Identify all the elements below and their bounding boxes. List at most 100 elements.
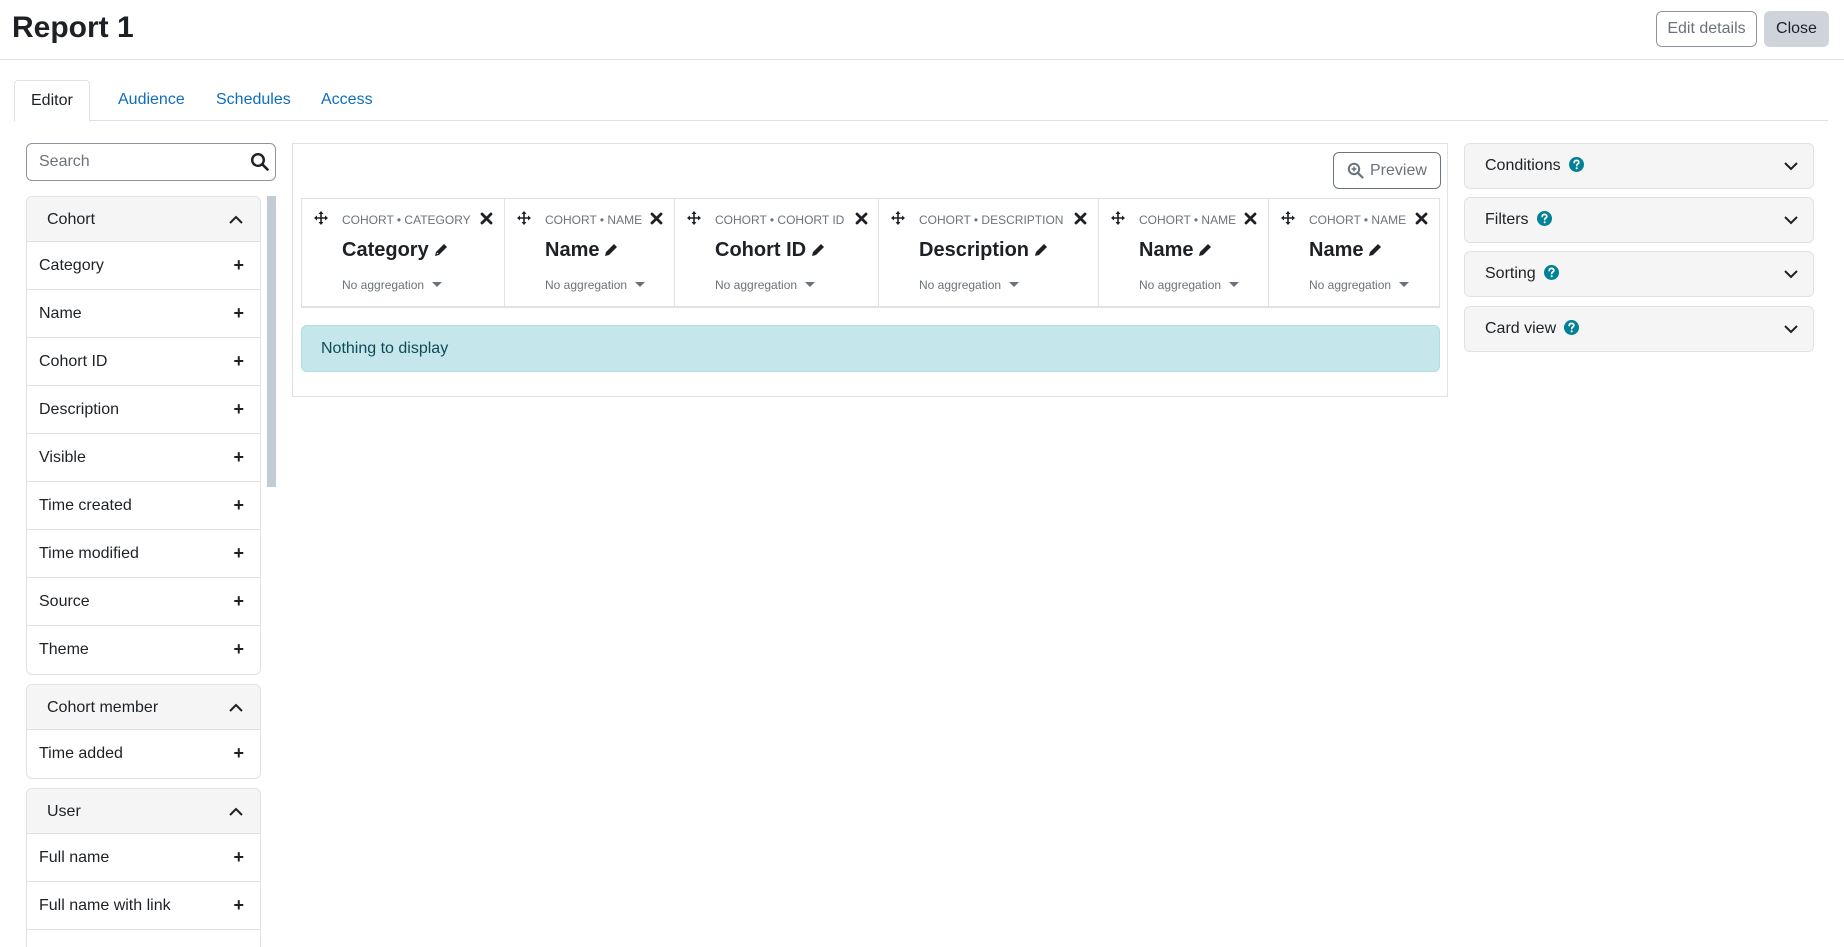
help-icon[interactable] bbox=[1568, 157, 1584, 172]
aggregation-value: No aggregation bbox=[919, 278, 1002, 292]
page-title: Report 1 bbox=[12, 11, 134, 44]
source-item-label: Source bbox=[39, 593, 90, 610]
source-group-header[interactable]: Cohort bbox=[27, 197, 260, 242]
move-icon[interactable] bbox=[1111, 211, 1125, 225]
caret-down-icon bbox=[805, 282, 816, 287]
report-editor-panel: Preview COHORT • CATEGORY Category No ag… bbox=[292, 143, 1448, 397]
source-item-label: Time added bbox=[39, 745, 123, 762]
move-icon[interactable] bbox=[1281, 211, 1295, 225]
column-heading[interactable]: Description bbox=[919, 239, 1048, 262]
plus-icon[interactable]: + bbox=[233, 242, 244, 289]
column-heading-text: Category bbox=[342, 239, 429, 261]
nothing-to-display-alert: Nothing to display bbox=[301, 325, 1440, 372]
close-icon[interactable] bbox=[650, 212, 663, 225]
help-icon[interactable] bbox=[1564, 320, 1580, 335]
column-heading[interactable]: Name bbox=[1309, 239, 1382, 262]
close-button[interactable]: Close bbox=[1764, 11, 1829, 47]
source-item[interactable]: Category + bbox=[27, 242, 260, 290]
tab-schedules[interactable]: Schedules bbox=[200, 80, 307, 121]
plus-icon[interactable]: + bbox=[233, 730, 244, 777]
close-icon[interactable] bbox=[1244, 212, 1257, 225]
aggregation-value: No aggregation bbox=[715, 278, 798, 292]
column-heading-text: Description bbox=[919, 239, 1030, 261]
aggregation-select[interactable]: No aggregation bbox=[1139, 278, 1240, 292]
chevron-up-icon bbox=[229, 215, 243, 224]
move-icon[interactable] bbox=[891, 211, 905, 225]
source-item[interactable] bbox=[27, 930, 260, 947]
close-icon[interactable] bbox=[1415, 212, 1428, 225]
close-icon[interactable] bbox=[855, 212, 868, 225]
pencil-icon[interactable] bbox=[434, 243, 448, 257]
chevron-up-icon bbox=[229, 807, 243, 816]
source-group-header[interactable]: User bbox=[27, 789, 260, 834]
aggregation-select[interactable]: No aggregation bbox=[919, 278, 1020, 292]
column-source: COHORT • NAME bbox=[545, 213, 643, 227]
preview-button[interactable]: Preview bbox=[1333, 152, 1441, 189]
tab-access[interactable]: Access bbox=[305, 80, 389, 121]
source-group-header[interactable]: Cohort member bbox=[27, 685, 260, 730]
source-item[interactable]: Time modified + bbox=[27, 530, 260, 578]
column-heading[interactable]: Name bbox=[545, 239, 618, 262]
plus-icon[interactable]: + bbox=[233, 530, 244, 577]
chevron-down-icon bbox=[1784, 216, 1798, 225]
plus-icon[interactable]: + bbox=[233, 626, 244, 673]
aggregation-select[interactable]: No aggregation bbox=[342, 278, 443, 292]
conditions-card[interactable]: Conditions bbox=[1464, 143, 1814, 189]
search-input[interactable] bbox=[26, 143, 276, 181]
plus-icon[interactable]: + bbox=[233, 482, 244, 529]
aggregation-select[interactable]: No aggregation bbox=[1309, 278, 1410, 292]
caret-down-icon bbox=[432, 282, 443, 287]
close-icon[interactable] bbox=[480, 212, 493, 225]
tab-audience[interactable]: Audience bbox=[102, 80, 201, 121]
pencil-icon[interactable] bbox=[1368, 243, 1382, 257]
source-item-label: Full name with link bbox=[39, 897, 171, 914]
plus-icon[interactable]: + bbox=[233, 338, 244, 385]
column-heading[interactable]: Name bbox=[1139, 239, 1212, 262]
page-header: Report 1 Edit details Close bbox=[0, 0, 1844, 60]
source-item[interactable]: Visible + bbox=[27, 434, 260, 482]
card-title: Filters bbox=[1485, 211, 1529, 228]
source-item[interactable]: Full name + bbox=[27, 834, 260, 882]
source-item[interactable]: Description + bbox=[27, 386, 260, 434]
caret-down-icon bbox=[1399, 282, 1410, 287]
source-item[interactable]: Full name with link + bbox=[27, 882, 260, 930]
help-icon[interactable] bbox=[1543, 265, 1559, 280]
source-item[interactable]: Time added + bbox=[27, 730, 260, 778]
column-heading[interactable]: Category bbox=[342, 239, 448, 262]
pencil-icon[interactable] bbox=[1198, 243, 1212, 257]
aggregation-select[interactable]: No aggregation bbox=[715, 278, 816, 292]
search-icon[interactable] bbox=[250, 152, 270, 172]
plus-icon[interactable]: + bbox=[233, 834, 244, 881]
card-view-card[interactable]: Card view bbox=[1464, 306, 1814, 352]
report-columns-header: COHORT • CATEGORY Category No aggregatio… bbox=[301, 198, 1440, 308]
plus-icon[interactable]: + bbox=[233, 882, 244, 929]
aggregation-value: No aggregation bbox=[1139, 278, 1222, 292]
plus-icon[interactable]: + bbox=[233, 386, 244, 433]
pencil-icon[interactable] bbox=[811, 243, 825, 257]
source-item[interactable]: Time created + bbox=[27, 482, 260, 530]
chevron-down-icon bbox=[1784, 162, 1798, 171]
move-icon[interactable] bbox=[314, 211, 328, 225]
edit-details-button[interactable]: Edit details bbox=[1656, 11, 1757, 47]
source-item[interactable]: Cohort ID + bbox=[27, 338, 260, 386]
source-item[interactable]: Theme + bbox=[27, 626, 260, 674]
sorting-card[interactable]: Sorting bbox=[1464, 251, 1814, 297]
sidebar-scrollbar[interactable] bbox=[267, 196, 276, 487]
plus-icon[interactable]: + bbox=[233, 434, 244, 481]
plus-icon[interactable]: + bbox=[233, 290, 244, 337]
card-title: Conditions bbox=[1485, 157, 1561, 174]
column-heading[interactable]: Cohort ID bbox=[715, 239, 825, 262]
move-icon[interactable] bbox=[687, 211, 701, 225]
move-icon[interactable] bbox=[517, 211, 531, 225]
plus-icon[interactable]: + bbox=[233, 578, 244, 625]
help-icon[interactable] bbox=[1536, 211, 1552, 226]
source-item[interactable]: Name + bbox=[27, 290, 260, 338]
filters-card[interactable]: Filters bbox=[1464, 197, 1814, 243]
close-icon[interactable] bbox=[1074, 212, 1087, 225]
pencil-icon[interactable] bbox=[1034, 243, 1048, 257]
source-item-label: Description bbox=[39, 401, 120, 418]
aggregation-select[interactable]: No aggregation bbox=[545, 278, 646, 292]
tab-editor[interactable]: Editor bbox=[14, 80, 90, 122]
pencil-icon[interactable] bbox=[604, 243, 618, 257]
source-item[interactable]: Source + bbox=[27, 578, 260, 626]
